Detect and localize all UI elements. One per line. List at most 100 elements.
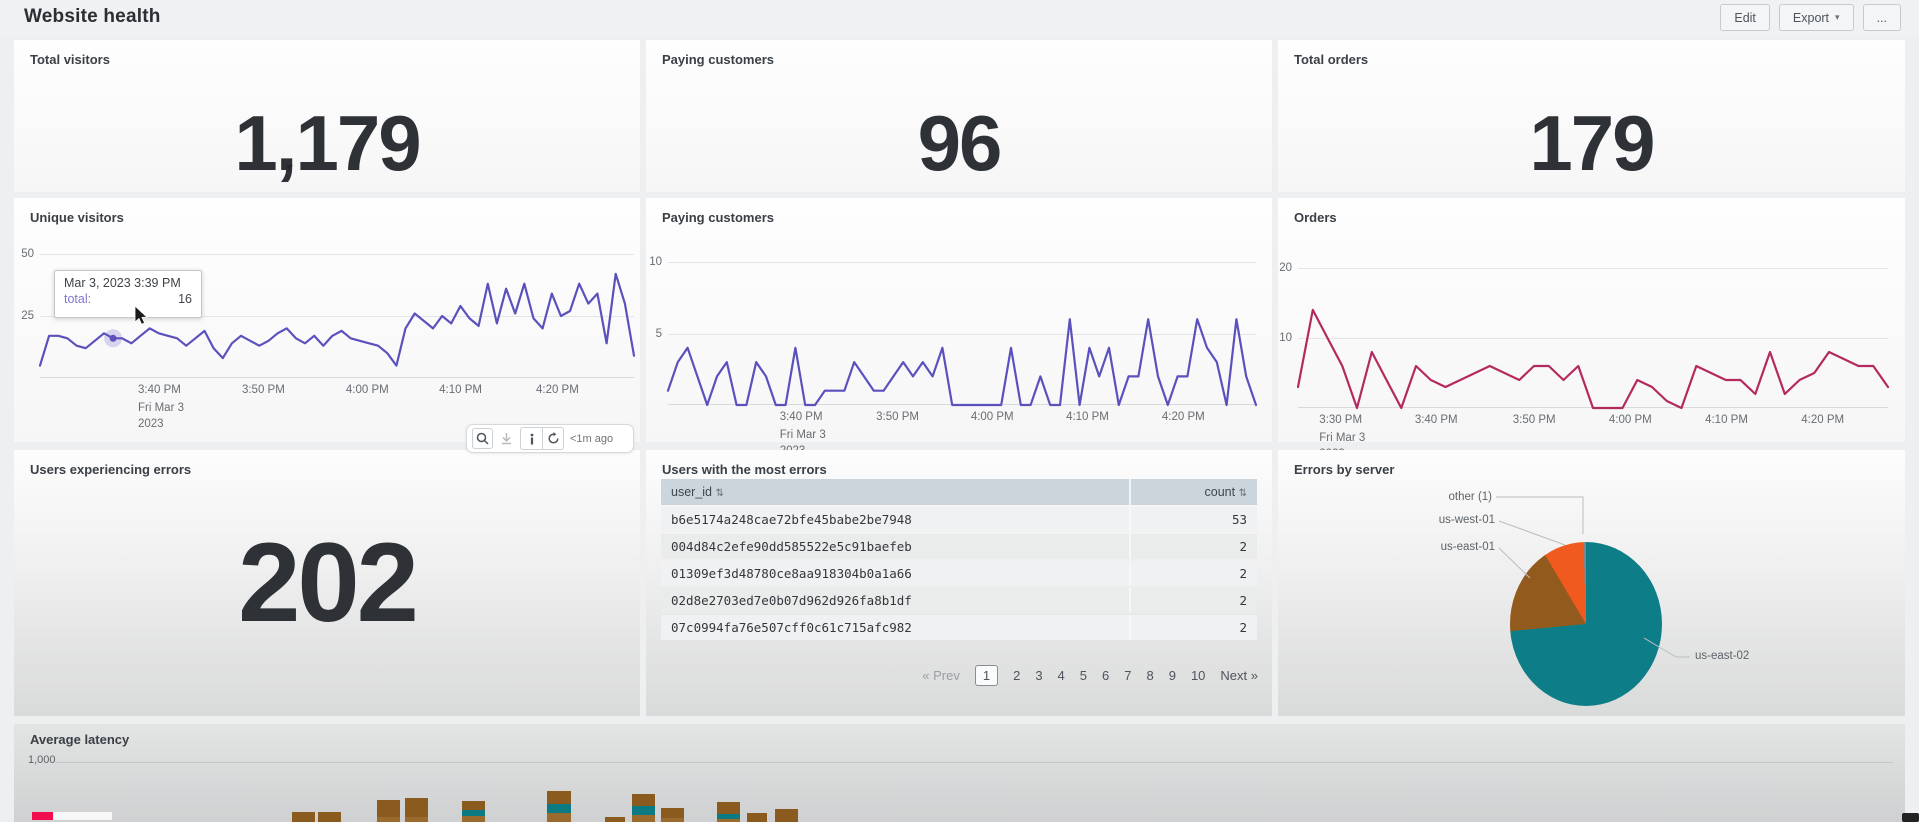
- video-buffer-bar: [53, 812, 112, 820]
- x-axis-tick-label: 4:20 PM: [1801, 414, 1845, 426]
- latency-bar[interactable]: [632, 794, 655, 822]
- x-axis-tick-label: 3:40 PM: [138, 384, 181, 396]
- mouse-cursor-icon: [134, 305, 148, 325]
- latency-bar-segment: [717, 802, 740, 814]
- latency-bar[interactable]: [775, 809, 798, 822]
- table-row: 01309ef3d48780ce8aa918304b0a1a66 2: [661, 561, 1257, 586]
- pagination-page-6[interactable]: 6: [1102, 668, 1109, 683]
- zoom-icon[interactable]: [472, 428, 493, 449]
- x-axis-tick-label: 3:40 PM: [779, 411, 823, 423]
- pagination-page-1[interactable]: 1: [974, 665, 999, 686]
- average-latency-panel: Average latency 1,000: [14, 724, 1905, 822]
- errors-table: user_id ⇅ count ⇅ b6e5174a248cae72bfe45b…: [661, 477, 1257, 642]
- pagination-page-3[interactable]: 3: [1035, 668, 1042, 683]
- total-visitors-value: 1,179: [234, 99, 421, 187]
- x-axis-tick-label: 4:10 PM: [439, 384, 482, 396]
- info-icon[interactable]: [521, 428, 542, 449]
- latency-y-tick: 1,000: [28, 754, 56, 766]
- x-axis-date-label: Fri Mar 3 2023: [138, 402, 184, 430]
- pie-connector-lines: [1496, 496, 1690, 658]
- y-axis-tick-label: 50: [21, 247, 34, 260]
- panel-title: Users experiencing errors: [30, 462, 192, 477]
- refresh-icon[interactable]: [542, 428, 563, 449]
- latency-gridline-500: [56, 797, 1893, 798]
- latency-bar-segment: [632, 806, 655, 815]
- pagination-page-5[interactable]: 5: [1080, 668, 1087, 683]
- latency-bar-segment: [661, 818, 684, 822]
- tooltip-value: 16: [178, 292, 192, 306]
- latency-bar-segment: [605, 817, 625, 822]
- latency-bar-segment: [547, 804, 571, 813]
- unique-visitors-panel: Unique visitors 25 50 3:40 PM Fri Mar 3 202…: [14, 198, 640, 453]
- pagination-next[interactable]: Next »: [1220, 668, 1258, 683]
- latency-bar-segment: [632, 815, 655, 822]
- latency-bar[interactable]: [462, 801, 485, 822]
- kpi-paying-customers-panel: Paying customers 96: [646, 40, 1272, 192]
- panel-title: Users with the most errors: [662, 462, 827, 477]
- video-progress-bar[interactable]: [32, 812, 53, 820]
- panel-title: Unique visitors: [30, 210, 124, 225]
- pie-label-us-east-02: us-east-02: [1695, 650, 1750, 662]
- panel-title: Paying customers: [662, 210, 774, 225]
- pagination-page-4[interactable]: 4: [1058, 668, 1065, 683]
- latency-bar-segment: [405, 817, 428, 822]
- pagination-page-7[interactable]: 7: [1124, 668, 1131, 683]
- latency-bar[interactable]: [405, 798, 428, 822]
- orders-chart[interactable]: 10203:30 PMFri Mar 3 20233:40 PM3:50 PM4…: [1279, 262, 1890, 460]
- count-cell: 53: [1131, 507, 1257, 532]
- tooltip-timestamp: Mar 3, 2023 3:39 PM: [64, 276, 181, 290]
- latency-bar[interactable]: [292, 812, 315, 822]
- latency-bar[interactable]: [547, 791, 571, 822]
- pagination-page-2[interactable]: 2: [1013, 668, 1020, 683]
- user-id-cell: b6e5174a248cae72bfe45babe2be7948: [661, 507, 1131, 532]
- table-row: 02d8e2703ed7e0b07d962d926fa8b1df 2: [661, 588, 1257, 613]
- edit-button[interactable]: Edit: [1720, 4, 1770, 31]
- latency-bar[interactable]: [377, 800, 400, 822]
- pagination-page-9[interactable]: 9: [1169, 668, 1176, 683]
- user-id-cell: 07c0994fa76e507cff0c61c715afc982: [661, 615, 1131, 640]
- pagination-page-10[interactable]: 10: [1191, 668, 1205, 683]
- latency-bar-segment: [632, 794, 655, 806]
- resize-caret-icon[interactable]: ▼: [284, 162, 295, 174]
- x-axis-tick-label: 4:00 PM: [345, 384, 389, 396]
- count-cell: 2: [1131, 561, 1257, 586]
- x-axis-tick-label: 4:10 PM: [1705, 414, 1748, 426]
- x-axis-tick-label: 3:50 PM: [1512, 414, 1556, 426]
- kpi-total-visitors-panel: Total visitors 1,179 ▼: [14, 40, 640, 192]
- latency-bar-segment: [775, 809, 798, 822]
- user-id-cell: 01309ef3d48780ce8aa918304b0a1a66: [661, 561, 1131, 586]
- latency-gridline-1000: [56, 762, 1893, 763]
- latency-bar-segment: [747, 813, 767, 822]
- pagination-prev[interactable]: « Prev: [922, 668, 960, 683]
- pagination-page-8[interactable]: 8: [1146, 668, 1153, 683]
- paying-customers-value: 96: [917, 99, 1003, 187]
- y-axis-tick-label: 10: [1279, 331, 1292, 344]
- x-axis-tick-label: 4:10 PM: [1066, 411, 1109, 423]
- more-options-button[interactable]: ...: [1862, 4, 1901, 31]
- latency-bar[interactable]: [605, 817, 625, 822]
- paying-customers-chart-panel: Paying customers 5103:40 PMFri Mar 3 202…: [646, 198, 1272, 457]
- paying-customers-chart[interactable]: 5103:40 PMFri Mar 3 20233:50 PM4:00 PM4:…: [649, 256, 1258, 457]
- download-icon[interactable]: [497, 428, 516, 449]
- header-bar: Website health Edit Export ▾ ...: [0, 0, 1919, 36]
- panel-title: Paying customers: [662, 52, 774, 67]
- panel-title: Average latency: [30, 732, 130, 747]
- x-axis-tick-label: 4:00 PM: [1608, 414, 1652, 426]
- column-header-user-id[interactable]: user_id ⇅: [661, 479, 1131, 505]
- export-button[interactable]: Export ▾: [1778, 4, 1854, 31]
- user-id-cell: 02d8e2703ed7e0b07d962d926fa8b1df: [661, 588, 1131, 613]
- latency-bar[interactable]: [747, 813, 767, 822]
- column-header-count[interactable]: count ⇅: [1131, 479, 1257, 505]
- latency-bar-segment: [292, 812, 315, 822]
- latency-bar[interactable]: [318, 812, 341, 822]
- chart-hover-toolbar: <1m ago: [466, 424, 634, 453]
- count-cell: 2: [1131, 588, 1257, 613]
- latency-bar-segment: [661, 808, 684, 818]
- errors-by-server-panel: Errors by server other (1) us-west-01 us…: [1278, 450, 1905, 716]
- latency-bar-segment: [547, 791, 571, 804]
- panel-title: Orders: [1294, 210, 1337, 225]
- latency-bar[interactable]: [717, 802, 740, 822]
- latency-bar-segment: [462, 801, 485, 810]
- table-row: 07c0994fa76e507cff0c61c715afc982 2: [661, 615, 1257, 640]
- latency-bar[interactable]: [661, 808, 684, 822]
